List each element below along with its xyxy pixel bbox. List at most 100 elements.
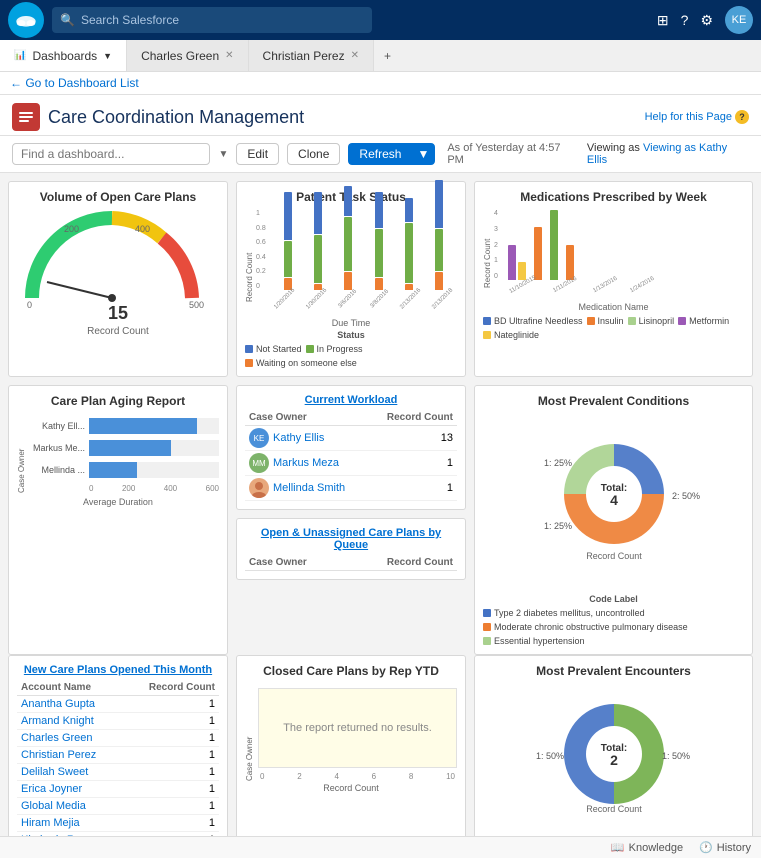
svg-text:0: 0 (27, 300, 32, 310)
svg-text:1: 25%: 1: 25% (544, 458, 572, 468)
workload-col1-header: Case Owner (245, 410, 369, 426)
new-care-plans-card: New Care Plans Opened This Month Account… (8, 655, 228, 836)
workload-row-kathy: KEKathy Ellis 13 (245, 426, 457, 451)
tab-close[interactable]: ✕ (351, 50, 359, 61)
svg-text:1: 50%: 1: 50% (536, 751, 564, 761)
new-care-plan-row: Global Media1 (17, 798, 219, 815)
med-y-label: Record Count (483, 218, 492, 288)
hbar-row-markus: Markus Me... (30, 440, 219, 456)
new-care-plan-link[interactable]: Charles Green (21, 732, 93, 744)
hbar-row-mellinda: Mellinda ... (30, 462, 219, 478)
workload-column: Current Workload Case Owner Record Count… (236, 385, 466, 655)
legend-copd: Moderate chronic obstructive pulmonary d… (483, 622, 688, 632)
breadcrumb-bar: ← Go to Dashboard List (0, 72, 761, 95)
new-care-plan-link[interactable]: Delilah Sweet (21, 766, 88, 778)
refresh-dropdown[interactable]: ▼ (411, 143, 435, 165)
find-chevron[interactable]: ▼ (218, 149, 228, 160)
new-care-plan-link[interactable]: Anantha Gupta (21, 698, 95, 710)
help-link[interactable]: Help for this Page ? (645, 110, 749, 124)
aging-x-label: Average Duration (17, 497, 219, 507)
encounters-title: Most Prevalent Encounters (483, 664, 744, 678)
search-icon: 🔍 (60, 13, 75, 27)
volume-card: Volume of Open Care Plans 0 200 400 500 … (8, 181, 228, 377)
new-care-plan-link[interactable]: Kimberly Ross (21, 834, 92, 836)
viewing-as: Viewing as Viewing as Kathy Ellis (587, 142, 749, 166)
grid-icon[interactable]: ⊞ (657, 12, 669, 29)
tab-label: Dashboards (32, 49, 97, 63)
history-status[interactable]: 🕐 History (699, 841, 751, 854)
search-bar[interactable]: 🔍 (52, 7, 372, 33)
legend-bd: BD Ultrafine Needless (483, 316, 583, 326)
workload-kathy-link[interactable]: Kathy Ellis (273, 432, 324, 444)
new-care-plan-link[interactable]: Global Media (21, 800, 86, 812)
patient-task-y-label: Record Count (245, 222, 254, 302)
search-input[interactable] (81, 13, 364, 27)
tab-arrow[interactable]: ▼ (103, 51, 112, 61)
legend-hypertension: Essential hypertension (483, 636, 585, 646)
svg-text:400: 400 (135, 224, 150, 234)
tab-bar: 📊 Dashboards ▼ Charles Green ✕ Christian… (0, 40, 761, 72)
new-care-plan-row: Erica Joyner1 (17, 781, 219, 798)
new-care-plan-link[interactable]: Christian Perez (21, 749, 96, 761)
tab-icon: 📊 (14, 50, 26, 61)
tab-close[interactable]: ✕ (225, 50, 233, 61)
status-bar: 📖 Knowledge 🕐 History (0, 836, 761, 858)
open-unassigned-card: Open & Unassigned Care Plans by Queue Ca… (236, 518, 466, 580)
toolbar: ▼ Edit Clone Refresh ▼ As of Yesterday a… (0, 136, 761, 173)
new-care-plan-link[interactable]: Erica Joyner (21, 783, 82, 795)
current-workload-card: Current Workload Case Owner Record Count… (236, 385, 466, 510)
new-care-plan-row: Armand Knight1 (17, 713, 219, 730)
find-dashboard-input[interactable] (12, 143, 210, 165)
legend-diabetes: Type 2 diabetes mellitus, uncontrolled (483, 608, 645, 618)
tab-add[interactable]: + (374, 40, 401, 71)
viewing-as-name: Viewing as Kathy Ellis (587, 142, 727, 166)
new-care-plan-row: Kimberly Ross1 (17, 832, 219, 837)
encounters-card: Most Prevalent Encounters Total: 2 1: 50… (474, 655, 753, 836)
new-care-plan-row: Christian Perez1 (17, 747, 219, 764)
new-care-plan-link[interactable]: Armand Knight (21, 715, 94, 727)
help-icon[interactable]: ? (681, 12, 689, 28)
dashboard-area: Volume of Open Care Plans 0 200 400 500 … (0, 173, 761, 836)
medications-title: Medications Prescribed by Week (483, 190, 744, 204)
clone-button[interactable]: Clone (287, 143, 340, 165)
help-icon: ? (735, 110, 749, 124)
settings-icon[interactable]: ⚙ (700, 12, 713, 29)
gauge-chart: 0 200 400 500 (17, 210, 207, 310)
page-title: Care Coordination Management (48, 107, 304, 128)
med-x-label: Medication Name (483, 302, 744, 312)
new-care-plan-row: Delilah Sweet1 (17, 764, 219, 781)
workload-markus-link[interactable]: Markus Meza (273, 457, 339, 469)
tab-dashboards[interactable]: 📊 Dashboards ▼ (0, 40, 127, 71)
history-label: History (717, 842, 751, 854)
edit-button[interactable]: Edit (236, 143, 279, 165)
knowledge-label: Knowledge (629, 842, 683, 854)
svg-text:Record Count: Record Count (586, 551, 642, 561)
user-avatar[interactable]: KE (725, 6, 753, 34)
closed-y-label: Case Owner (245, 684, 254, 781)
page-title-area: Care Coordination Management (12, 103, 304, 131)
tab-christian-perez[interactable]: Christian Perez ✕ (249, 40, 374, 71)
tab-label: Christian Perez (263, 49, 345, 63)
svg-text:2: 50%: 2: 50% (672, 491, 700, 501)
new-care-plan-link[interactable]: Hiram Mejia (21, 817, 80, 829)
new-care-plans-title: New Care Plans Opened This Month (17, 664, 219, 676)
conditions-card: Most Prevalent Conditions Total: (474, 385, 753, 655)
closed-empty-chart: The report returned no results. (258, 688, 457, 768)
breadcrumb-link[interactable]: ← Go to Dashboard List (10, 76, 139, 90)
workload-table: Case Owner Record Count KEKathy Ellis 13… (245, 410, 457, 501)
new-care-plan-row: Charles Green1 (17, 730, 219, 747)
open-unassigned-table: Case Owner Record Count (245, 555, 457, 571)
tab-charles-green[interactable]: Charles Green ✕ (127, 40, 248, 71)
refresh-button[interactable]: Refresh (348, 143, 411, 165)
open-col2-header: Record Count (345, 555, 457, 571)
history-icon: 🕐 (699, 841, 713, 854)
workload-col2-header: Record Count (369, 410, 457, 426)
page-header: Care Coordination Management Help for th… (0, 95, 761, 136)
knowledge-status[interactable]: 📖 Knowledge (611, 841, 683, 854)
conditions-title: Most Prevalent Conditions (483, 394, 744, 408)
workload-mellinda-link[interactable]: Mellinda Smith (273, 482, 345, 494)
svg-text:2: 2 (610, 752, 618, 768)
open-col1-header: Case Owner (245, 555, 345, 571)
patient-task-card: Patient Task Status Record Count 1 0.8 0… (236, 181, 466, 377)
current-workload-title: Current Workload (245, 394, 457, 406)
